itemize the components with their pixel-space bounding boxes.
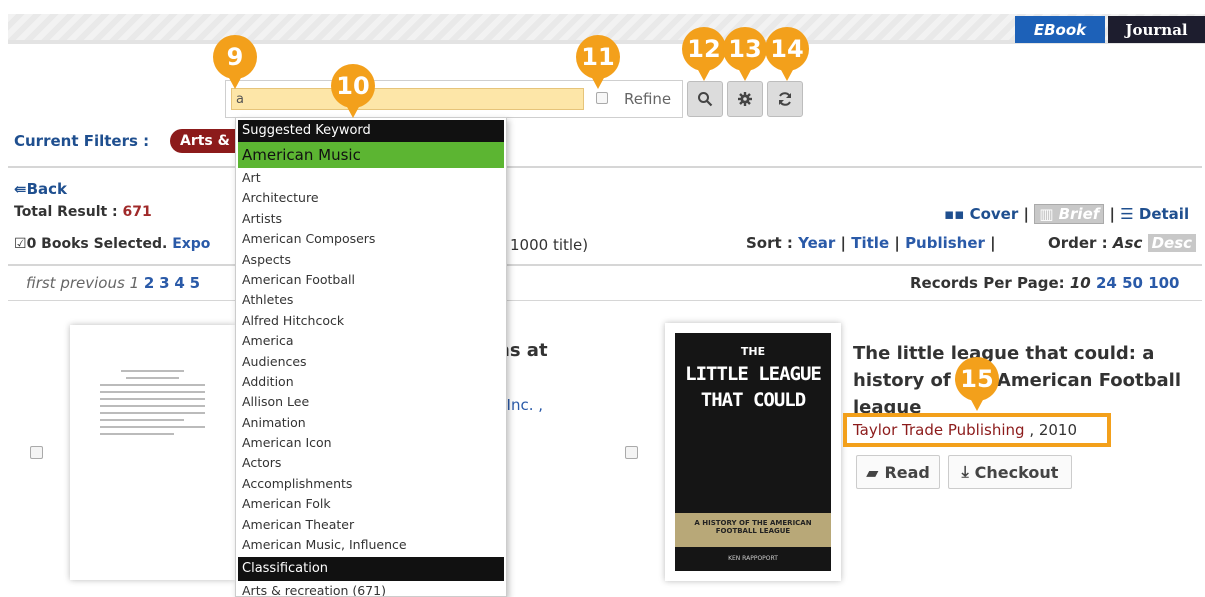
- limit-text: 1000 title): [510, 236, 589, 254]
- rpp-100[interactable]: 100: [1148, 274, 1179, 292]
- suggestion-item[interactable]: America: [238, 331, 504, 351]
- order-controls: Order : Asc Desc: [1048, 234, 1197, 252]
- order-asc[interactable]: Asc: [1113, 234, 1142, 252]
- back-link[interactable]: ⇚Back: [14, 180, 67, 198]
- total-result: Total Result : 671: [14, 204, 152, 220]
- suggestion-item[interactable]: Art: [238, 168, 504, 188]
- classification-list: Arts & recreation (671): [236, 581, 506, 596]
- refine-label: Refine: [624, 90, 672, 108]
- page-previous[interactable]: previous: [60, 274, 124, 292]
- view-switcher: ▪▪ Cover | ▥ Brief | ☰ Detail: [944, 204, 1190, 224]
- suggestion-item[interactable]: American Music, Influence: [238, 535, 504, 555]
- refine-checkbox[interactable]: [596, 92, 608, 104]
- dropdown-header-classification: Classification: [238, 557, 504, 582]
- order-desc[interactable]: Desc: [1147, 234, 1197, 252]
- book-icon: ▰: [866, 462, 879, 482]
- suggestion-dropdown: Suggested Keyword American Music Art Arch…: [235, 117, 507, 597]
- record-publisher[interactable]: Taylor Trade Publishing , 2010: [853, 421, 1077, 439]
- cover-text-lines: [100, 370, 205, 440]
- read-button[interactable]: ▰ Read: [856, 455, 940, 489]
- view-detail[interactable]: Detail: [1139, 205, 1189, 223]
- divider: [8, 300, 1202, 301]
- sort-controls: Sort : Year | Title | Publisher |: [746, 234, 996, 252]
- callout-badge: 12: [682, 27, 726, 81]
- download-icon: ⤓: [961, 462, 969, 481]
- checkout-button[interactable]: ⤓ Checkout: [948, 455, 1072, 489]
- view-cover[interactable]: Cover: [970, 205, 1019, 223]
- sort-year[interactable]: Year: [798, 234, 835, 252]
- settings-button[interactable]: [727, 81, 763, 117]
- current-filters-label: Current Filters :: [14, 132, 150, 150]
- page-4[interactable]: 4: [174, 274, 184, 292]
- cover-view-icon: ▪▪: [944, 205, 965, 223]
- page-first[interactable]: first: [26, 274, 56, 292]
- book-cover[interactable]: THE LITTLE LEAGUE THAT COULD A HISTORY O…: [665, 323, 841, 581]
- suggestion-item-highlighted[interactable]: American Music: [238, 142, 504, 168]
- suggestion-item[interactable]: Accomplishments: [238, 474, 504, 494]
- suggestion-item[interactable]: Athletes: [238, 290, 504, 310]
- filter-pill[interactable]: Arts & recreation: [170, 129, 240, 153]
- page-current: 1: [129, 274, 140, 292]
- suggestion-item[interactable]: American Folk: [238, 494, 504, 514]
- suggestion-list: Art Architecture Artists American Composers…: [236, 168, 506, 555]
- gear-icon: [738, 92, 752, 106]
- rpp-current: 10: [1069, 274, 1091, 292]
- export-link[interactable]: Expo: [172, 236, 210, 252]
- suggestion-item[interactable]: Artists: [238, 209, 504, 229]
- page-2[interactable]: 2: [144, 274, 154, 292]
- back-icon: ⇚: [14, 180, 27, 198]
- records-per-page: Records Per Page: 10 24 50 100: [910, 274, 1180, 292]
- search-icon: [698, 92, 713, 107]
- view-brief[interactable]: ▥ Brief: [1034, 204, 1105, 224]
- checkbox-icon: ☑: [14, 236, 27, 252]
- rpp-24[interactable]: 24: [1096, 274, 1117, 292]
- pagination: first previous 1 2 3 4 5: [26, 274, 200, 292]
- record-title[interactable]: The little league that could: a history …: [853, 340, 1183, 421]
- record-checkbox[interactable]: [30, 446, 43, 459]
- suggestion-item[interactable]: Aspects: [238, 250, 504, 270]
- suggestion-item[interactable]: American Theater: [238, 515, 504, 535]
- callout-badge: 9: [213, 35, 257, 89]
- page-3[interactable]: 3: [159, 274, 169, 292]
- divider: [8, 264, 1202, 266]
- suggestion-item[interactable]: Architecture: [238, 188, 504, 208]
- sort-publisher[interactable]: Publisher: [905, 234, 985, 252]
- books-selected: ☑0 Books Selected. Expo: [14, 236, 211, 252]
- suggestion-item[interactable]: Audiences: [238, 352, 504, 372]
- divider: [8, 166, 1202, 168]
- suggestion-item[interactable]: Actors: [238, 453, 504, 473]
- callout-badge: 14: [765, 27, 809, 81]
- callout-badge: 13: [723, 27, 767, 81]
- tab-journal[interactable]: Journal: [1108, 16, 1205, 43]
- record-checkbox[interactable]: [625, 446, 638, 459]
- suggestion-item[interactable]: Addition: [238, 372, 504, 392]
- suggestion-item[interactable]: Allison Lee: [238, 392, 504, 412]
- refresh-icon: [779, 92, 791, 106]
- suggestion-item[interactable]: Alfred Hitchcock: [238, 311, 504, 331]
- callout-badge: 15: [955, 357, 999, 411]
- suggestion-item[interactable]: American Football: [238, 270, 504, 290]
- callout-badge: 10: [331, 64, 375, 118]
- classification-item[interactable]: Arts & recreation (671): [238, 581, 504, 596]
- book-cover[interactable]: [70, 325, 235, 580]
- sort-title[interactable]: Title: [851, 234, 889, 252]
- page-5[interactable]: 5: [190, 274, 200, 292]
- suggestion-item[interactable]: American Composers: [238, 229, 504, 249]
- cover-strip: A HISTORY OF THE AMERICAN FOOTBALL LEAGU…: [675, 513, 831, 547]
- callout-badge: 11: [576, 35, 620, 89]
- cover-top-text: THE: [740, 345, 766, 358]
- search-button[interactable]: [687, 81, 723, 117]
- tab-ebook[interactable]: EBook: [1015, 16, 1105, 43]
- cover-author: KEN RAPPOPORT: [728, 555, 778, 562]
- rpp-50[interactable]: 50: [1122, 274, 1143, 292]
- suggestion-item[interactable]: Animation: [238, 413, 504, 433]
- cover-title: LITTLE LEAGUE THAT COULD: [685, 363, 822, 411]
- refresh-button[interactable]: [767, 81, 803, 117]
- suggestion-item[interactable]: American Icon: [238, 433, 504, 453]
- list-view-icon: ☰: [1120, 205, 1134, 223]
- search-input[interactable]: [231, 88, 584, 110]
- dropdown-header: Suggested Keyword: [238, 120, 504, 142]
